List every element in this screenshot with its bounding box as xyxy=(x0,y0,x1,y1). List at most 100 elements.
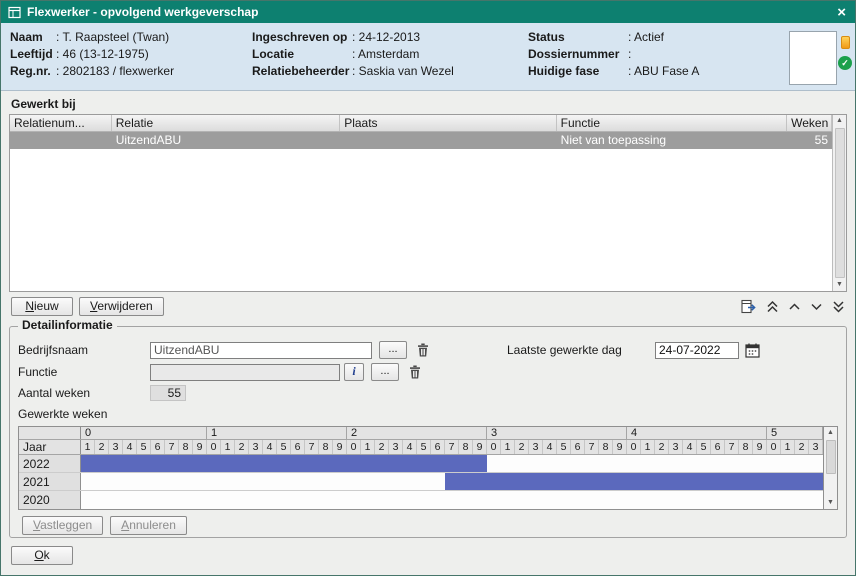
bedrijfsnaam-delete-button[interactable] xyxy=(417,343,429,357)
week-number: 2 xyxy=(375,440,389,454)
field-label: Locatie xyxy=(252,46,352,63)
date-picker-button[interactable] xyxy=(745,343,760,358)
table-scrollbar[interactable]: ▲ ▼ xyxy=(832,115,846,291)
close-button[interactable]: × xyxy=(835,5,848,20)
status-icons: ✓ xyxy=(838,36,852,70)
week-number: 9 xyxy=(473,440,487,454)
week-tens-label: 0 xyxy=(81,427,207,439)
week-track[interactable] xyxy=(81,473,823,490)
cancel-button[interactable]: Annuleren xyxy=(110,516,187,535)
worked-weeks-bar xyxy=(81,455,487,472)
bedrijfsnaam-input[interactable] xyxy=(150,342,372,359)
week-tens-label: 2 xyxy=(347,427,487,439)
functie-input[interactable] xyxy=(150,364,340,381)
field-value: : Actief xyxy=(628,29,664,46)
week-number: 3 xyxy=(809,440,823,454)
field-value: : 2802183 / flexwerker xyxy=(56,63,174,80)
trash-icon xyxy=(409,365,421,379)
week-number: 1 xyxy=(501,440,515,454)
week-number: 6 xyxy=(291,440,305,454)
field-label: Dossiernummer xyxy=(528,46,628,63)
field-label: Relatiebeheerder xyxy=(252,63,352,80)
week-number: 7 xyxy=(305,440,319,454)
week-number: 8 xyxy=(599,440,613,454)
year-column-header: Jaar xyxy=(19,440,81,454)
worked-at-row[interactable]: UitzendABUNiet van toepassing55 xyxy=(10,132,832,149)
field-value: : Saskia van Wezel xyxy=(352,63,454,80)
week-number: 3 xyxy=(109,440,123,454)
save-button[interactable]: Vastleggen xyxy=(22,516,103,535)
delete-button[interactable]: Verwijderen xyxy=(79,297,164,316)
move-up-icon[interactable] xyxy=(788,299,801,314)
week-tens-label: 5 xyxy=(767,427,823,439)
year-label: 2022 xyxy=(19,455,81,472)
week-number: 6 xyxy=(711,440,725,454)
status-ok-icon: ✓ xyxy=(838,56,852,70)
week-number: 1 xyxy=(641,440,655,454)
week-number: 3 xyxy=(249,440,263,454)
move-down-icon[interactable] xyxy=(810,299,823,314)
column-header-4[interactable]: Weken xyxy=(787,115,832,131)
person-info-col-1: Naam: T. Raapsteel (Twan) Leeftijd: 46 (… xyxy=(10,29,252,90)
column-header-0[interactable]: Relatienum... xyxy=(10,115,112,131)
week-number: 5 xyxy=(137,440,151,454)
column-header-1[interactable]: Relatie xyxy=(112,115,340,131)
week-number: 7 xyxy=(585,440,599,454)
week-number: 7 xyxy=(725,440,739,454)
insert-record-icon[interactable] xyxy=(741,299,757,314)
week-grid-year-row[interactable]: 2020 xyxy=(19,491,823,509)
move-bottom-icon[interactable] xyxy=(832,299,845,314)
scroll-up-icon[interactable]: ▲ xyxy=(827,428,834,438)
scrollbar-thumb[interactable] xyxy=(826,440,836,474)
week-number: 8 xyxy=(179,440,193,454)
functie-browse-button[interactable]: ... xyxy=(371,363,399,381)
table-body[interactable]: UitzendABUNiet van toepassing55 xyxy=(10,132,832,149)
week-track[interactable] xyxy=(81,491,823,509)
week-number: 9 xyxy=(753,440,767,454)
week-number: 5 xyxy=(697,440,711,454)
week-grid-year-row[interactable]: 2022 xyxy=(19,455,823,473)
laatste-gewerkte-dag-label: Laatste gewerkte dag xyxy=(507,343,655,357)
field-value: : 46 (13-12-1975) xyxy=(56,46,149,63)
week-track[interactable] xyxy=(81,455,823,472)
titlebar[interactable]: Flexwerker - opvolgend werkgeverschap × xyxy=(1,1,855,23)
scroll-down-icon[interactable]: ▼ xyxy=(827,498,834,508)
column-header-2[interactable]: Plaats xyxy=(340,115,556,131)
functie-delete-button[interactable] xyxy=(409,365,421,379)
week-grid-year-row[interactable]: 2021 xyxy=(19,473,823,491)
move-top-icon[interactable] xyxy=(766,299,779,314)
ok-button[interactable]: Ok xyxy=(11,546,73,565)
person-info-panel: Naam: T. Raapsteel (Twan) Leeftijd: 46 (… xyxy=(1,23,855,91)
week-number: 9 xyxy=(613,440,627,454)
person-info-col-2: Ingeschreven op: 24-12-2013 Locatie: Ams… xyxy=(252,29,528,90)
week-number: 0 xyxy=(207,440,221,454)
field-value: : ABU Fase A xyxy=(628,63,699,80)
functie-info-button[interactable]: i xyxy=(344,363,364,381)
week-grid-rows: 202220212020 xyxy=(19,455,823,509)
week-number: 4 xyxy=(683,440,697,454)
scrollbar-thumb[interactable] xyxy=(835,128,845,278)
week-number: 7 xyxy=(445,440,459,454)
bedrijfsnaam-browse-button[interactable]: ... xyxy=(379,341,407,359)
gewerkte-weken-label: Gewerkte weken xyxy=(18,407,107,421)
flag-orange-icon xyxy=(841,36,850,49)
laatste-gewerkte-dag-input[interactable] xyxy=(655,342,739,359)
week-number: 9 xyxy=(333,440,347,454)
cell xyxy=(10,132,112,149)
week-number: 8 xyxy=(319,440,333,454)
week-number: 2 xyxy=(235,440,249,454)
week-number: 4 xyxy=(123,440,137,454)
photo-placeholder xyxy=(789,31,837,85)
column-header-3[interactable]: Functie xyxy=(557,115,787,131)
worked-weeks-grid[interactable]: 012345 Jaar 1234567890123456789012345678… xyxy=(18,426,838,510)
worked-at-table[interactable]: Relatienum...RelatiePlaatsFunctieWeken U… xyxy=(9,114,847,292)
week-tens-label: 1 xyxy=(207,427,347,439)
field-label: Ingeschreven op xyxy=(252,29,352,46)
week-number: 4 xyxy=(543,440,557,454)
scroll-down-icon[interactable]: ▼ xyxy=(836,280,843,290)
grid-scrollbar[interactable]: ▲ ▼ xyxy=(824,426,838,510)
week-number: 8 xyxy=(459,440,473,454)
new-button[interactable]: Nieuw xyxy=(11,297,73,316)
week-number: 1 xyxy=(221,440,235,454)
scroll-up-icon[interactable]: ▲ xyxy=(836,116,843,126)
